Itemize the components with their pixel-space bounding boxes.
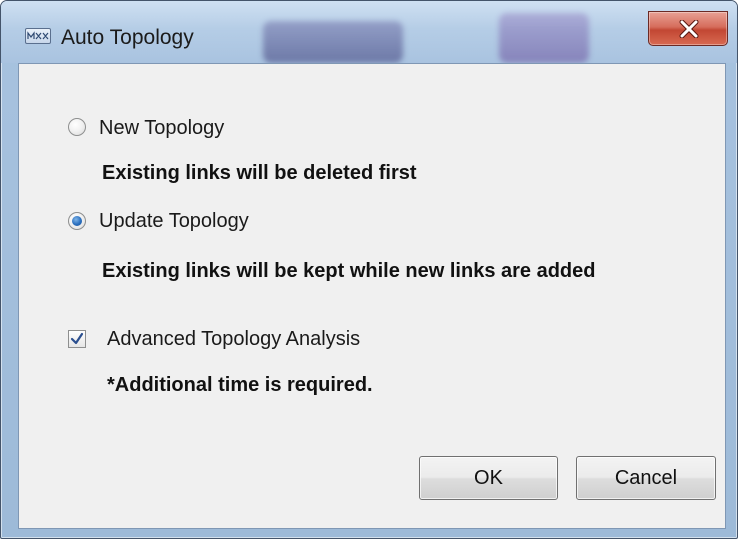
- update-topology-description: Existing links will be kept while new li…: [102, 260, 596, 282]
- update-topology-radio[interactable]: [68, 212, 86, 230]
- close-button[interactable]: [648, 11, 728, 46]
- title-bar[interactable]: Auto Topology: [1, 1, 737, 63]
- cancel-button[interactable]: Cancel: [576, 456, 716, 500]
- new-topology-label[interactable]: New Topology: [99, 117, 224, 139]
- title-bar-glass-reflection: [263, 21, 403, 63]
- window-title: Auto Topology: [61, 26, 194, 49]
- advanced-analysis-label[interactable]: Advanced Topology Analysis: [107, 328, 360, 350]
- radio-selected-dot: [72, 216, 82, 226]
- mxview-app-icon: [25, 28, 51, 44]
- advanced-analysis-checkbox[interactable]: [68, 330, 86, 348]
- close-x-icon: [679, 20, 699, 38]
- new-topology-description: Existing links will be deleted first: [102, 162, 417, 184]
- title-bar-glass-reflection-2: [499, 13, 589, 63]
- dialog-content: New Topology Existing links will be dele…: [18, 63, 726, 529]
- checkmark-icon: [70, 332, 84, 345]
- update-topology-label[interactable]: Update Topology: [99, 210, 249, 232]
- new-topology-radio[interactable]: [68, 118, 86, 136]
- additional-time-note: *Additional time is required.: [107, 374, 373, 396]
- ok-button[interactable]: OK: [419, 456, 558, 500]
- auto-topology-dialog: Auto Topology New Topology Existing link…: [0, 0, 738, 539]
